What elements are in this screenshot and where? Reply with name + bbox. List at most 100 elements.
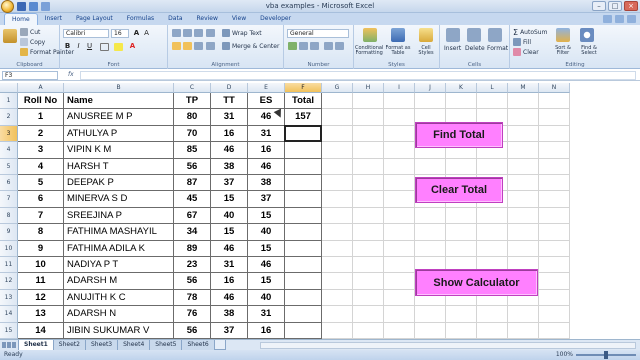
table-cell[interactable]: 31: [248, 125, 285, 143]
empty-cell[interactable]: [384, 224, 415, 241]
table-cell[interactable]: 85: [174, 142, 211, 159]
table-cell[interactable]: 9: [18, 240, 64, 257]
empty-cell[interactable]: [508, 93, 539, 110]
find-select-button[interactable]: Find & Select: [576, 46, 602, 56]
table-cell[interactable]: 46: [248, 158, 285, 175]
empty-cell[interactable]: [508, 142, 539, 159]
column-header-g[interactable]: G: [322, 83, 353, 93]
tab-formulas[interactable]: Formulas: [120, 13, 161, 25]
table-cell[interactable]: [285, 322, 322, 339]
empty-cell[interactable]: [508, 322, 539, 339]
tab-data[interactable]: Data: [161, 13, 189, 25]
empty-cell[interactable]: [384, 158, 415, 175]
table-cell[interactable]: 76: [174, 306, 211, 323]
table-cell[interactable]: FATHIMA ADILA K: [64, 240, 174, 257]
empty-cell[interactable]: [539, 322, 570, 339]
table-cell[interactable]: 1: [18, 109, 64, 126]
table-cell[interactable]: 23: [174, 257, 211, 274]
table-cell[interactable]: 37: [211, 322, 248, 339]
orientation-icon[interactable]: [206, 29, 215, 37]
empty-cell[interactable]: [322, 257, 353, 274]
row-header[interactable]: 5: [0, 158, 18, 175]
row-header[interactable]: 2: [0, 109, 18, 126]
empty-cell[interactable]: [446, 240, 477, 257]
empty-cell[interactable]: [539, 191, 570, 208]
conditional-formatting-button[interactable]: Conditional Formatting: [355, 46, 383, 56]
table-cell[interactable]: 46: [211, 240, 248, 257]
table-header-cell[interactable]: TT: [211, 93, 248, 110]
empty-cell[interactable]: [384, 273, 415, 290]
name-box[interactable]: F3: [2, 71, 58, 80]
table-cell[interactable]: 89: [174, 240, 211, 257]
tab-review[interactable]: Review: [190, 13, 225, 25]
empty-cell[interactable]: [539, 273, 570, 290]
column-header-f[interactable]: F: [285, 83, 322, 93]
empty-cell[interactable]: [446, 207, 477, 225]
table-cell[interactable]: [285, 224, 322, 241]
table-cell[interactable]: 46: [211, 142, 248, 159]
table-cell[interactable]: 4: [18, 158, 64, 175]
table-cell[interactable]: 8: [18, 224, 64, 241]
table-cell[interactable]: 5: [18, 175, 64, 192]
grow-font-button[interactable]: A: [132, 29, 141, 38]
bold-button[interactable]: B: [63, 42, 72, 51]
merge-center-button[interactable]: Merge & Center: [222, 42, 279, 50]
table-cell[interactable]: 6: [18, 191, 64, 208]
table-cell[interactable]: 15: [211, 224, 248, 241]
empty-cell[interactable]: [508, 109, 539, 126]
empty-cell[interactable]: [384, 289, 415, 307]
table-cell[interactable]: FATHIMA MASHAYIL: [64, 224, 174, 241]
table-cell[interactable]: 37: [211, 175, 248, 192]
table-cell[interactable]: [285, 273, 322, 290]
empty-cell[interactable]: [415, 93, 446, 110]
maximize-button[interactable]: □: [608, 1, 622, 11]
empty-cell[interactable]: [446, 322, 477, 339]
decrease-decimal-icon[interactable]: [335, 42, 344, 50]
row-header[interactable]: 14: [0, 306, 18, 323]
insert-cells-icon[interactable]: [446, 28, 460, 42]
delete-cells-icon[interactable]: [467, 28, 481, 42]
empty-cell[interactable]: [539, 224, 570, 241]
table-cell[interactable]: 15: [211, 191, 248, 208]
empty-cell[interactable]: [508, 158, 539, 175]
table-cell[interactable]: 31: [211, 257, 248, 274]
format-button[interactable]: Format: [487, 45, 508, 52]
empty-cell[interactable]: [353, 306, 384, 323]
align-center-icon[interactable]: [183, 42, 192, 50]
empty-cell[interactable]: [508, 191, 539, 208]
empty-cell[interactable]: [508, 224, 539, 241]
sheet-nav-arrows[interactable]: [2, 342, 16, 348]
select-all-corner[interactable]: [0, 83, 18, 93]
column-header-k[interactable]: K: [446, 83, 477, 93]
row-header[interactable]: 12: [0, 273, 18, 290]
empty-cell[interactable]: [415, 158, 446, 175]
table-cell[interactable]: 67: [174, 207, 211, 225]
row-header[interactable]: 15: [0, 322, 18, 339]
close-button[interactable]: ×: [624, 1, 638, 11]
table-cell[interactable]: 2: [18, 125, 64, 143]
table-cell[interactable]: 13: [18, 306, 64, 323]
find-icon[interactable]: [580, 28, 594, 42]
worksheet-grid[interactable]: A B C D E F G H I J K L M N 1 Roll No Name TP TT ES Total 2 1 A…: [0, 83, 640, 339]
table-cell[interactable]: 70: [174, 125, 211, 143]
empty-cell[interactable]: [353, 109, 384, 126]
zoom-slider-knob[interactable]: [604, 350, 608, 359]
find-total-button[interactable]: Find Total: [415, 122, 503, 148]
empty-cell[interactable]: [415, 207, 446, 225]
empty-cell[interactable]: [384, 93, 415, 110]
table-cell[interactable]: DEEPAK P: [64, 175, 174, 192]
cell-styles-icon[interactable]: [419, 28, 433, 42]
column-header-n[interactable]: N: [539, 83, 570, 93]
empty-cell[interactable]: [446, 158, 477, 175]
empty-cell[interactable]: [322, 109, 353, 126]
table-cell[interactable]: 15: [248, 207, 285, 225]
empty-cell[interactable]: [322, 125, 353, 143]
table-cell[interactable]: ADARSH M: [64, 273, 174, 290]
empty-cell[interactable]: [508, 207, 539, 225]
insert-button[interactable]: Insert: [444, 45, 461, 52]
empty-cell[interactable]: [353, 322, 384, 339]
next-sheet-icon[interactable]: [12, 342, 16, 348]
empty-cell[interactable]: [384, 257, 415, 274]
align-top-icon[interactable]: [172, 29, 181, 37]
table-cell[interactable]: 15: [248, 273, 285, 290]
